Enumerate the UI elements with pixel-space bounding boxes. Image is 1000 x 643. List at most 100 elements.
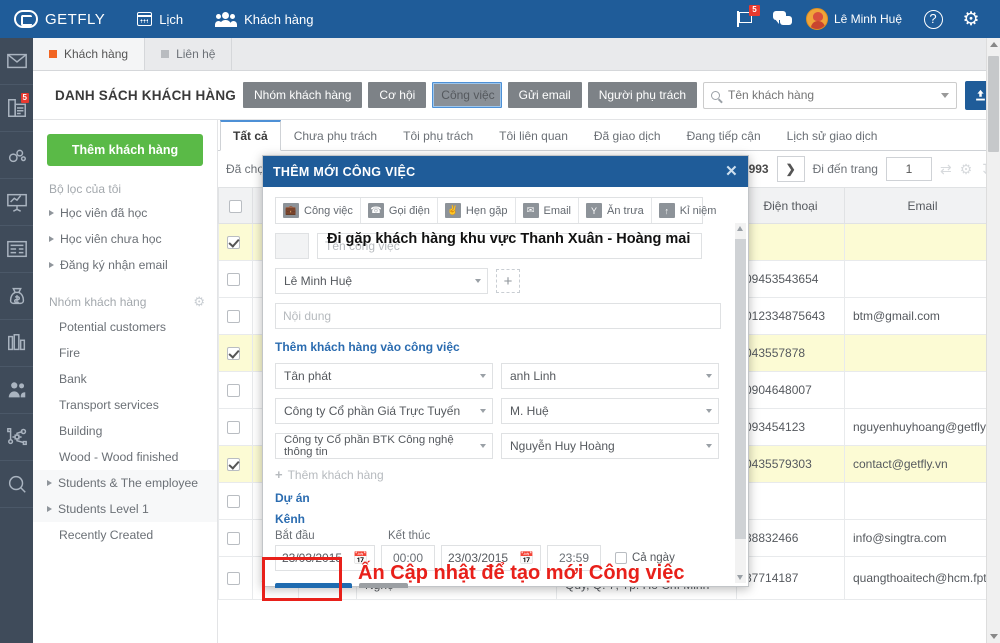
group-item-wood[interactable]: Wood - Wood finished: [33, 444, 217, 470]
page-scrollbar[interactable]: [986, 38, 1000, 643]
action-nhom-khach-hang[interactable]: Nhóm khách hàng: [243, 82, 363, 108]
user-menu[interactable]: Lê Minh Huệ: [804, 0, 912, 38]
action-nguoi-phu-trach[interactable]: Người phụ trách: [587, 82, 697, 108]
row-checkbox-cell[interactable]: [218, 556, 253, 600]
row-checkbox[interactable]: [227, 572, 240, 586]
tab-chua-phu-trach[interactable]: Chưa phụ trách: [281, 121, 390, 150]
rail-item-automation[interactable]: [0, 132, 33, 179]
task-type-goi-dien[interactable]: ☎ Gọi điện: [361, 198, 438, 223]
row-checkbox[interactable]: [227, 273, 240, 287]
rail-item-customers[interactable]: [0, 367, 33, 414]
task-type-an-trua[interactable]: Y Ăn trưa: [579, 198, 652, 223]
task-type-email[interactable]: ✉ Email: [516, 198, 580, 223]
row-checkbox-cell[interactable]: [218, 519, 253, 557]
notifications-flag-button[interactable]: 5: [728, 0, 762, 38]
group-item-fire[interactable]: Fire: [33, 340, 217, 366]
chevron-down-icon[interactable]: [941, 92, 949, 98]
rail-item-network[interactable]: [0, 414, 33, 461]
rail-item-mail[interactable]: [0, 38, 33, 85]
search-input[interactable]: [726, 87, 941, 103]
task-type-cong-viec[interactable]: 💼 Công việc: [276, 198, 361, 223]
topnav-item-lich[interactable]: Lịch: [121, 0, 199, 38]
rail-item-documents[interactable]: 5: [0, 85, 33, 132]
group-item-transport-services[interactable]: Transport services: [33, 392, 217, 418]
page-number-input[interactable]: [885, 157, 932, 181]
topnav-item-khach-hang[interactable]: Khách hàng: [199, 0, 329, 38]
tab-dang-tiep-can[interactable]: Đang tiếp cận: [674, 121, 774, 150]
action-co-hoi[interactable]: Cơ hội: [368, 82, 427, 108]
row-checkbox-cell[interactable]: [218, 482, 253, 520]
scroll-down-icon[interactable]: [990, 634, 998, 639]
row-checkbox[interactable]: [227, 495, 240, 509]
add-customer-button[interactable]: Thêm khách hàng: [47, 134, 203, 166]
select-all-checkbox[interactable]: [229, 199, 242, 213]
scroll-up-icon[interactable]: [737, 226, 743, 231]
chat-button[interactable]: [766, 0, 800, 38]
group-item-building[interactable]: Building: [33, 418, 217, 444]
row-checkbox-cell[interactable]: [218, 408, 253, 446]
rail-item-reports[interactable]: [0, 179, 33, 226]
filter-item-dang-ky-nhan-email[interactable]: Đăng ký nhận email: [33, 252, 217, 278]
customer-company-select-2[interactable]: Công ty Cổ phần BTK Công nghệ thông tin: [275, 433, 493, 459]
search-box[interactable]: [703, 81, 957, 109]
refresh-icon[interactable]: ⇄: [940, 161, 952, 178]
group-item-students-employee[interactable]: Students & The employee: [33, 470, 217, 496]
modal-scrollbar[interactable]: [735, 223, 746, 583]
customer-contact-select-2[interactable]: Nguyễn Huy Hoàng: [501, 433, 719, 459]
row-checkbox[interactable]: [227, 236, 240, 250]
row-checkbox-cell[interactable]: [218, 334, 253, 372]
row-checkbox-cell[interactable]: [218, 371, 253, 409]
module-tab-khach-hang[interactable]: Khách hàng: [33, 38, 146, 70]
filter-item-hoc-vien-chua-hoc[interactable]: Học viên chưa học: [33, 226, 217, 252]
row-checkbox[interactable]: [227, 384, 240, 398]
header-select-all[interactable]: [218, 187, 253, 224]
group-item-recently-created[interactable]: Recently Created: [33, 522, 217, 548]
rail-item-finance[interactable]: [0, 273, 33, 320]
row-checkbox[interactable]: [227, 458, 240, 472]
tab-tat-ca[interactable]: Tất cả: [220, 120, 281, 151]
add-customer-link[interactable]: + Thêm khách hàng: [275, 467, 736, 482]
tab-da-giao-dich[interactable]: Đã giao dịch: [581, 121, 674, 150]
gear-icon[interactable]: ⚙: [960, 161, 973, 178]
row-checkbox[interactable]: [227, 421, 240, 435]
modal-scrollbar-thumb[interactable]: [735, 239, 746, 539]
task-content-input[interactable]: [275, 303, 721, 329]
scroll-down-icon[interactable]: [737, 575, 743, 580]
action-gui-email[interactable]: Gửi email: [507, 82, 582, 108]
row-checkbox[interactable]: [227, 347, 240, 361]
close-icon[interactable]: ✕: [725, 164, 738, 179]
filter-item-hoc-vien-da-hoc[interactable]: Học viên đã học: [33, 200, 217, 226]
task-color-picker[interactable]: [275, 233, 309, 259]
rail-item-news[interactable]: [0, 226, 33, 273]
row-checkbox-cell[interactable]: [218, 445, 253, 483]
assignee-select[interactable]: Lê Minh Huệ: [275, 268, 488, 294]
gear-icon[interactable]: ⚙: [193, 294, 205, 310]
group-item-bank[interactable]: Bank: [33, 366, 217, 392]
help-button[interactable]: ?: [916, 0, 950, 38]
group-item-potential-customers[interactable]: Potential customers: [33, 314, 217, 340]
tab-toi-lien-quan[interactable]: Tôi liên quan: [486, 121, 581, 150]
action-cong-viec[interactable]: Công việc: [432, 82, 502, 108]
row-checkbox[interactable]: [227, 310, 240, 324]
task-type-ki-niem[interactable]: ↑ Kỉ niệm: [652, 198, 724, 223]
rail-item-statistics[interactable]: [0, 320, 33, 367]
row-checkbox[interactable]: [227, 532, 240, 546]
add-assignee-button[interactable]: +: [496, 269, 520, 293]
group-item-students-level-1[interactable]: Students Level 1: [33, 496, 217, 522]
module-tab-lien-he[interactable]: Liên hệ: [145, 38, 233, 70]
task-type-hen-gap[interactable]: ✌ Hẹn gặp: [438, 198, 516, 223]
scrollbar-thumb[interactable]: [988, 56, 999, 152]
tab-lich-su-giao-dich[interactable]: Lịch sử giao dịch: [774, 121, 891, 150]
customer-company-select-1[interactable]: Công ty Cổ phần Giá Trực Tuyến: [275, 398, 493, 424]
customer-company-select-0[interactable]: Tân phát: [275, 363, 493, 389]
settings-button[interactable]: ⚙: [954, 0, 988, 38]
save-button[interactable]: Cập nhật: [275, 583, 352, 588]
scroll-up-icon[interactable]: [990, 42, 998, 47]
tab-toi-phu-trach[interactable]: Tôi phụ trách: [390, 121, 486, 150]
row-checkbox-cell[interactable]: [218, 297, 253, 335]
brand-logo-area[interactable]: GETFLY: [0, 10, 121, 28]
row-checkbox-cell[interactable]: [218, 260, 253, 298]
customer-contact-select-0[interactable]: anh Linh: [501, 363, 719, 389]
row-checkbox-cell[interactable]: [218, 223, 253, 261]
customer-contact-select-1[interactable]: M. Huệ: [501, 398, 719, 424]
